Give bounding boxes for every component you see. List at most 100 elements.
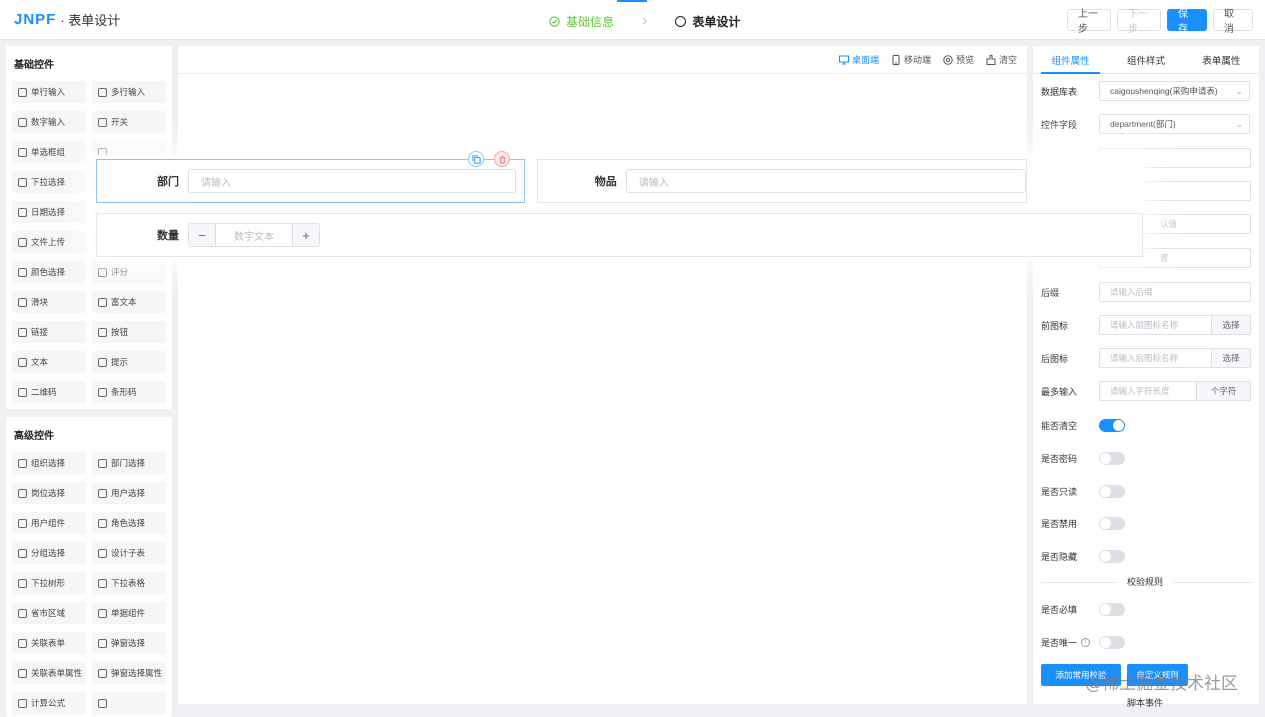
component-item[interactable]: 链接 [12,321,86,343]
save-button[interactable]: 保存 [1167,9,1207,35]
maxlength-input[interactable]: 请输入字符长度 [1099,381,1197,401]
mobile-view-button[interactable]: 移动端 [891,53,931,66]
component-item[interactable]: 数字输入 [12,111,86,133]
component-item[interactable]: 日期选择 [12,201,86,223]
check-circle-icon [549,15,560,27]
switch-icon [98,117,107,127]
next-button[interactable]: 下一步 [1117,9,1161,35]
section-title: 基础控件 [14,60,54,71]
component-item[interactable]: 岗位选择 [12,482,86,504]
number-icon [18,117,27,127]
form-item-department[interactable]: 部门 请输入 [96,151,525,203]
disabled-toggle[interactable] [1099,516,1125,530]
prev-button[interactable]: 上一步 [1067,9,1111,35]
design-canvas[interactable]: 桌面端 移动端 预览 清空 [178,46,1027,704]
form-item-quantity[interactable]: 数量 − 数字文本 + [96,213,1143,257]
component-item[interactable]: 文件上传 [12,231,86,253]
component-item[interactable]: 用户组件 [12,512,86,534]
department-input[interactable]: 请输入 [188,169,516,193]
prefix-icon-input[interactable]: 请输入前图标名称 [1099,315,1212,335]
delete-button[interactable] [494,151,510,167]
password-toggle[interactable] [1099,451,1125,465]
select-value: caigoushenqing(采购申请表) [1110,86,1218,96]
component-item[interactable]: 开关 [92,111,166,133]
suffix-input[interactable]: 请输入后缀 [1099,282,1251,302]
required-toggle[interactable] [1099,602,1125,616]
select-value: department(部门) [1110,119,1176,129]
quantity-stepper[interactable]: − 数字文本 + [188,223,320,247]
component-item[interactable]: 组织选择 [12,452,86,474]
increment-button[interactable]: + [293,224,319,246]
component-item[interactable]: 单行输入 [12,81,86,103]
component-item[interactable]: 用户选择 [92,482,166,504]
suffix-icon-input[interactable]: 请输入后图标名称 [1099,348,1212,368]
properties-tabs: 组件属性 组件样式 表单属性 [1033,46,1259,74]
clear-button[interactable]: 清空 [986,53,1017,66]
component-item[interactable]: 文本 [12,351,86,373]
component-item[interactable]: 分组选择 [12,542,86,564]
logo-mark: JNPF [14,11,57,28]
step-basic-info[interactable]: 基础信息 [549,13,614,30]
desktop-view-button[interactable]: 桌面端 [838,53,879,66]
hidden-toggle[interactable] [1099,549,1125,563]
tab-component-props[interactable]: 组件属性 [1033,46,1108,74]
prop-label: 是否禁用 [1041,518,1078,529]
component-item[interactable]: 二维码 [12,381,86,403]
component-item[interactable]: 弹窗选择属性 [92,662,166,684]
step-label: 基础信息 [566,14,615,29]
prop-label: 能否清空 [1041,420,1078,431]
component-item[interactable]: 部门选择 [92,452,166,474]
clearable-toggle[interactable] [1099,418,1125,432]
cancel-button[interactable]: 取消 [1213,9,1253,35]
db-table-select[interactable]: caigoushenqing(采购申请表) ⌄ [1099,81,1250,101]
top-bar: JNPF · 表单设计 基础信息 › 表单设计 上一步 下一步 保存 取消 [0,0,1265,40]
component-item[interactable]: 下拉选择 [12,171,86,193]
component-label: 部门选择 [111,458,146,468]
goods-input[interactable]: 请输入 [625,169,1026,193]
component-item[interactable]: 下拉表格 [92,572,166,594]
component-item[interactable]: 评分 [92,261,166,283]
component-item[interactable]: 按钮 [92,321,166,343]
quantity-input[interactable]: 数字文本 [215,224,293,246]
component-item[interactable]: 弹窗选择 [92,632,166,654]
unique-toggle[interactable] [1099,635,1126,649]
suffix-icon-select-button[interactable]: 选择 [1212,348,1251,368]
decrement-button[interactable]: − [189,224,215,246]
region-icon [18,608,27,618]
component-item[interactable]: 单选框组 [12,141,86,163]
form-item-goods[interactable]: 物品 请输入 [537,159,1027,203]
prop-label: 是否密码 [1041,453,1078,464]
link-icon [18,327,27,337]
component-item[interactable]: 省市区域 [12,602,86,624]
component-item[interactable]: 关联表单 [12,632,86,654]
prop-label: 是否只读 [1041,486,1078,497]
component-item[interactable]: 关联表单属性 [12,662,86,684]
tab-component-style[interactable]: 组件样式 [1108,46,1183,73]
watermark: @稀土掘金技术社区 [1085,674,1238,694]
component-item[interactable]: 条形码 [92,381,166,403]
preview-button[interactable]: 预览 [943,53,974,66]
component-item[interactable]: 单据组件 [92,602,166,624]
component-item[interactable]: 下拉树形 [12,572,86,594]
prop-label: 最多输入 [1041,386,1078,397]
prefix-icon-select-button[interactable]: 选择 [1212,315,1251,335]
component-label: 颜色选择 [31,267,66,277]
step-form-design[interactable]: 表单设计 [675,13,740,30]
calendar-icon [18,207,27,217]
component-item[interactable]: 颜色选择 [12,261,86,283]
component-label: 关联表单属性 [31,668,83,678]
copy-button[interactable] [468,151,484,167]
select-icon [18,177,27,187]
component-item[interactable]: 角色选择 [92,512,166,534]
tab-form-props[interactable]: 表单属性 [1184,46,1259,73]
prop-row-password: 是否密码 [1041,448,1125,468]
readonly-toggle[interactable] [1099,484,1125,498]
maxlength-unit: 个字符 [1197,381,1251,401]
component-item[interactable]: 提示 [92,351,166,373]
radio-icon [18,147,27,157]
component-item[interactable]: 设计子表 [92,542,166,564]
component-item[interactable]: 富文本 [92,291,166,313]
field-select[interactable]: department(部门) ⌄ [1099,114,1250,134]
component-item[interactable]: 滑块 [12,291,86,313]
component-item[interactable]: 多行输入 [92,81,166,103]
